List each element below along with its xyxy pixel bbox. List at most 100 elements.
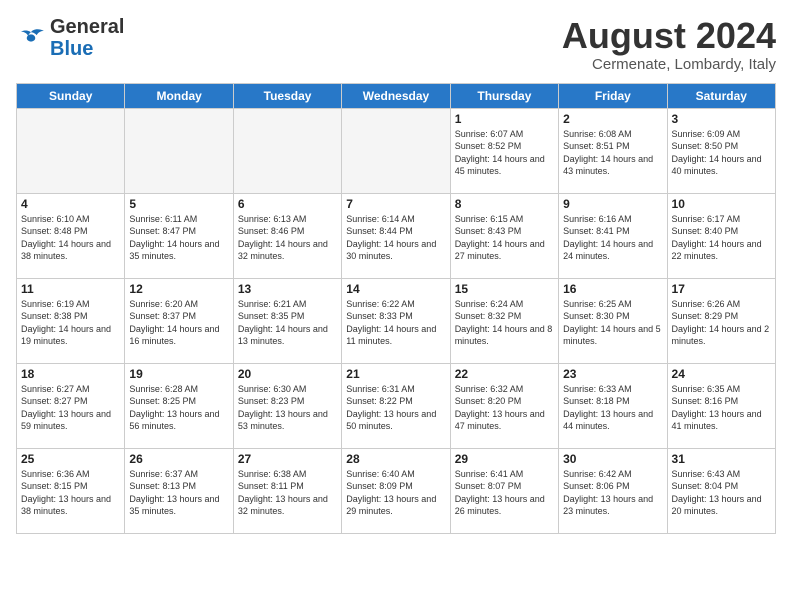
calendar-cell: 3 Sunrise: 6:09 AM Sunset: 8:50 PM Daylig… (667, 108, 775, 193)
day-info: Sunrise: 6:20 AM Sunset: 8:37 PM Dayligh… (129, 298, 228, 348)
calendar-cell: 19Sunrise: 6:28 AM Sunset: 8:25 PM Dayli… (125, 363, 233, 448)
weekday-header-friday: Friday (559, 83, 667, 108)
day-number: 4 (21, 197, 120, 211)
day-info: Sunrise: 6:22 AM Sunset: 8:33 PM Dayligh… (346, 298, 445, 348)
day-info: Sunrise: 6:41 AM Sunset: 8:07 PM Dayligh… (455, 468, 554, 518)
weekday-header-saturday: Saturday (667, 83, 775, 108)
calendar-cell: 31 Sunrise: 6:43 AM Sunset: 8:04 PM Dayli… (667, 448, 775, 533)
month-title: August 2024 (562, 16, 776, 56)
day-number: 26 (129, 452, 228, 466)
day-info: Sunrise: 6:36 AM Sunset: 8:15 PM Dayligh… (21, 468, 120, 518)
calendar-cell: 24 Sunrise: 6:35 AM Sunset: 8:16 PM Dayli… (667, 363, 775, 448)
calendar-cell: 6 Sunrise: 6:13 AM Sunset: 8:46 PM Daylig… (233, 193, 341, 278)
weekday-header-thursday: Thursday (450, 83, 558, 108)
day-number: 1 (455, 112, 554, 126)
calendar-cell: 4 Sunrise: 6:10 AM Sunset: 8:48 PM Daylig… (17, 193, 125, 278)
day-info: Sunrise: 6:09 AM Sunset: 8:50 PM Dayligh… (672, 128, 771, 178)
logo-bird-icon (16, 28, 46, 48)
calendar-cell: 12 Sunrise: 6:20 AM Sunset: 8:37 PM Dayli… (125, 278, 233, 363)
day-number: 24 (672, 367, 771, 381)
calendar-cell (233, 108, 341, 193)
calendar-cell: 21 Sunrise: 6:31 AM Sunset: 8:22 PM Dayli… (342, 363, 450, 448)
calendar-cell: 20 Sunrise: 6:30 AM Sunset: 8:23 PM Dayli… (233, 363, 341, 448)
calendar-week-row: 1 Sunrise: 6:07 AM Sunset: 8:52 PM Daylig… (17, 108, 776, 193)
day-info: Sunrise: 6:10 AM Sunset: 8:48 PM Dayligh… (21, 213, 120, 263)
title-block: August 2024 Cermenate, Lombardy, Italy (562, 16, 776, 73)
day-number: 7 (346, 197, 445, 211)
weekday-header-wednesday: Wednesday (342, 83, 450, 108)
day-info: Sunrise: 6:13 AM Sunset: 8:46 PM Dayligh… (238, 213, 337, 263)
calendar-cell: 1 Sunrise: 6:07 AM Sunset: 8:52 PM Daylig… (450, 108, 558, 193)
day-info: Sunrise: 6:15 AM Sunset: 8:43 PM Dayligh… (455, 213, 554, 263)
day-info: Sunrise: 6:32 AM Sunset: 8:20 PM Dayligh… (455, 383, 554, 433)
calendar-cell: 5Sunrise: 6:11 AM Sunset: 8:47 PM Daylig… (125, 193, 233, 278)
page-header: General Blue August 2024 Cermenate, Lomb… (16, 16, 776, 73)
day-info: Sunrise: 6:17 AM Sunset: 8:40 PM Dayligh… (672, 213, 771, 263)
day-info: Sunrise: 6:38 AM Sunset: 8:11 PM Dayligh… (238, 468, 337, 518)
calendar-cell (125, 108, 233, 193)
day-info: Sunrise: 6:25 AM Sunset: 8:30 PM Dayligh… (563, 298, 662, 348)
day-info: Sunrise: 6:42 AM Sunset: 8:06 PM Dayligh… (563, 468, 662, 518)
calendar-cell: 27 Sunrise: 6:38 AM Sunset: 8:11 PM Dayli… (233, 448, 341, 533)
calendar-cell: 25Sunrise: 6:36 AM Sunset: 8:15 PM Dayli… (17, 448, 125, 533)
day-info: Sunrise: 6:33 AM Sunset: 8:18 PM Dayligh… (563, 383, 662, 433)
day-info: Sunrise: 6:08 AM Sunset: 8:51 PM Dayligh… (563, 128, 662, 178)
day-number: 6 (238, 197, 337, 211)
day-number: 20 (238, 367, 337, 381)
weekday-header-tuesday: Tuesday (233, 83, 341, 108)
day-info: Sunrise: 6:35 AM Sunset: 8:16 PM Dayligh… (672, 383, 771, 433)
day-info: Sunrise: 6:40 AM Sunset: 8:09 PM Dayligh… (346, 468, 445, 518)
day-number: 29 (455, 452, 554, 466)
calendar-week-row: 11 Sunrise: 6:19 AM Sunset: 8:38 PM Dayli… (17, 278, 776, 363)
day-number: 19 (129, 367, 228, 381)
calendar-cell: 26 Sunrise: 6:37 AM Sunset: 8:13 PM Dayli… (125, 448, 233, 533)
calendar-week-row: 4 Sunrise: 6:10 AM Sunset: 8:48 PM Daylig… (17, 193, 776, 278)
calendar-cell: 7Sunrise: 6:14 AM Sunset: 8:44 PM Daylig… (342, 193, 450, 278)
day-info: Sunrise: 6:24 AM Sunset: 8:32 PM Dayligh… (455, 298, 554, 348)
calendar-cell (17, 108, 125, 193)
calendar-table: SundayMondayTuesdayWednesdayThursdayFrid… (16, 83, 776, 534)
day-number: 9 (563, 197, 662, 211)
weekday-header-monday: Monday (125, 83, 233, 108)
day-number: 13 (238, 282, 337, 296)
day-number: 21 (346, 367, 445, 381)
logo-general: General (50, 16, 124, 38)
calendar-cell: 9 Sunrise: 6:16 AM Sunset: 8:41 PM Daylig… (559, 193, 667, 278)
calendar-week-row: 25Sunrise: 6:36 AM Sunset: 8:15 PM Dayli… (17, 448, 776, 533)
day-number: 16 (563, 282, 662, 296)
calendar-cell: 17Sunrise: 6:26 AM Sunset: 8:29 PM Dayli… (667, 278, 775, 363)
day-number: 17 (672, 282, 771, 296)
calendar-cell: 16 Sunrise: 6:25 AM Sunset: 8:30 PM Dayli… (559, 278, 667, 363)
day-info: Sunrise: 6:43 AM Sunset: 8:04 PM Dayligh… (672, 468, 771, 518)
calendar-week-row: 18Sunrise: 6:27 AM Sunset: 8:27 PM Dayli… (17, 363, 776, 448)
day-info: Sunrise: 6:19 AM Sunset: 8:38 PM Dayligh… (21, 298, 120, 348)
calendar-cell: 2 Sunrise: 6:08 AM Sunset: 8:51 PM Daylig… (559, 108, 667, 193)
day-number: 12 (129, 282, 228, 296)
logo: General Blue (16, 16, 124, 60)
day-number: 14 (346, 282, 445, 296)
calendar-cell: 15Sunrise: 6:24 AM Sunset: 8:32 PM Dayli… (450, 278, 558, 363)
day-number: 31 (672, 452, 771, 466)
calendar-cell: 13Sunrise: 6:21 AM Sunset: 8:35 PM Dayli… (233, 278, 341, 363)
day-number: 3 (672, 112, 771, 126)
calendar-cell: 10 Sunrise: 6:17 AM Sunset: 8:40 PM Dayli… (667, 193, 775, 278)
day-number: 11 (21, 282, 120, 296)
calendar-cell: 11 Sunrise: 6:19 AM Sunset: 8:38 PM Dayli… (17, 278, 125, 363)
day-number: 28 (346, 452, 445, 466)
day-info: Sunrise: 6:16 AM Sunset: 8:41 PM Dayligh… (563, 213, 662, 263)
day-info: Sunrise: 6:37 AM Sunset: 8:13 PM Dayligh… (129, 468, 228, 518)
day-number: 30 (563, 452, 662, 466)
weekday-header-row: SundayMondayTuesdayWednesdayThursdayFrid… (17, 83, 776, 108)
day-number: 5 (129, 197, 228, 211)
day-info: Sunrise: 6:30 AM Sunset: 8:23 PM Dayligh… (238, 383, 337, 433)
day-info: Sunrise: 6:27 AM Sunset: 8:27 PM Dayligh… (21, 383, 120, 433)
day-info: Sunrise: 6:31 AM Sunset: 8:22 PM Dayligh… (346, 383, 445, 433)
day-info: Sunrise: 6:07 AM Sunset: 8:52 PM Dayligh… (455, 128, 554, 178)
day-number: 10 (672, 197, 771, 211)
day-number: 27 (238, 452, 337, 466)
calendar-cell: 28 Sunrise: 6:40 AM Sunset: 8:09 PM Dayli… (342, 448, 450, 533)
day-number: 23 (563, 367, 662, 381)
day-number: 22 (455, 367, 554, 381)
calendar-cell: 8Sunrise: 6:15 AM Sunset: 8:43 PM Daylig… (450, 193, 558, 278)
day-number: 2 (563, 112, 662, 126)
